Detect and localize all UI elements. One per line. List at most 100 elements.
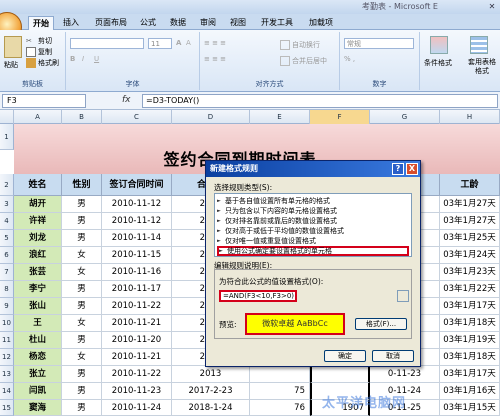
cell-name[interactable]: 闫凯 (14, 383, 62, 400)
column-header[interactable]: B (62, 110, 102, 124)
number-format-dropdown[interactable]: 常规 (344, 38, 414, 49)
cell-sign[interactable]: 2010-11-12 (102, 196, 172, 213)
cell-sign[interactable]: 2010-11-21 (102, 349, 172, 366)
cell-sex[interactable]: 女 (62, 349, 102, 366)
underline-icon[interactable]: U (94, 54, 99, 64)
help-icon[interactable]: ? (392, 163, 404, 175)
condition-formula-input[interactable]: =AND(F3<10,F3>0) (219, 290, 297, 302)
conditional-format-button[interactable]: 条件格式 (424, 58, 452, 68)
tab-data[interactable]: 数据 (166, 16, 190, 30)
tab-formulas[interactable]: 公式 (136, 16, 160, 30)
row-header[interactable]: 9 (0, 298, 14, 315)
column-header[interactable]: G (370, 110, 440, 124)
font-name-dropdown[interactable] (70, 38, 144, 49)
cell-sign[interactable]: 2010-11-17 (102, 281, 172, 298)
cell-sign[interactable]: 2010-11-12 (102, 213, 172, 230)
cell-name[interactable]: 刘龙 (14, 230, 62, 247)
cell-sex[interactable]: 男 (62, 230, 102, 247)
cell-sex[interactable]: 男 (62, 281, 102, 298)
align-left-icon[interactable]: ≡ ≡ ≡ (204, 54, 226, 64)
cell-sex[interactable]: 男 (62, 366, 102, 383)
cell-sign[interactable]: 2010-11-22 (102, 366, 172, 383)
tab-home[interactable]: 开始 (28, 16, 54, 30)
tab-page-layout[interactable]: 页面布局 (90, 16, 132, 30)
row-header[interactable]: 7 (0, 264, 14, 281)
table-format-button[interactable]: 套用表格格式 (466, 58, 498, 76)
align-top-icon[interactable]: ≡ ≡ ≡ (204, 38, 226, 48)
row-header[interactable]: 5 (0, 230, 14, 247)
cell-age[interactable]: 03年1月27天 (440, 213, 500, 230)
cell-name[interactable]: 杨恋 (14, 349, 62, 366)
cell-name[interactable]: 许祥 (14, 213, 62, 230)
fx-icon[interactable]: fx (122, 94, 140, 108)
cell-sex[interactable]: 男 (62, 332, 102, 349)
cell-sex[interactable]: 女 (62, 315, 102, 332)
ok-button[interactable]: 确定 (324, 350, 366, 362)
cell-age[interactable]: 03年1月19天 (440, 332, 500, 349)
cell-e[interactable] (250, 366, 310, 383)
row-header[interactable]: 12 (0, 349, 14, 366)
shrink-font-icon[interactable]: A (186, 38, 191, 48)
row-header[interactable]: 11 (0, 332, 14, 349)
cell-age[interactable]: 03年1月27天 (440, 196, 500, 213)
row-header[interactable]: 4 (0, 213, 14, 230)
header-sex[interactable]: 性别 (62, 174, 102, 196)
close-window-icon[interactable]: ✕ (486, 1, 498, 12)
cell-due[interactable]: 2013 (172, 366, 250, 383)
cell-name[interactable]: 张芸 (14, 264, 62, 281)
cell-age[interactable]: 03年1月15天 (440, 400, 500, 416)
paste-icon[interactable] (4, 36, 22, 58)
cell-age[interactable]: 03年1月18天 (440, 315, 500, 332)
header-seniority[interactable]: 工龄 (440, 174, 500, 196)
cell-name[interactable]: 王 (14, 315, 62, 332)
header-sign-date[interactable]: 签订合同时间 (102, 174, 172, 196)
tab-review[interactable]: 审阅 (196, 16, 220, 30)
cell-age[interactable]: 03年1月22天 (440, 281, 500, 298)
name-box[interactable]: F3 (2, 94, 86, 108)
tab-insert[interactable]: 插入 (58, 16, 84, 30)
copy-button[interactable]: 复制 (26, 47, 52, 57)
range-select-icon[interactable] (397, 290, 409, 302)
column-header-selected[interactable]: F (310, 110, 370, 124)
cell-sex[interactable]: 女 (62, 247, 102, 264)
cell-sign[interactable]: 2010-11-15 (102, 247, 172, 264)
cell-sex[interactable]: 女 (62, 264, 102, 281)
close-icon[interactable]: X (406, 163, 418, 175)
row-header[interactable]: 2 (0, 174, 14, 196)
cancel-button[interactable]: 取消 (372, 350, 414, 362)
grow-font-icon[interactable]: A (176, 38, 181, 48)
cell-age[interactable]: 03年1月17天 (440, 366, 500, 383)
cell-e[interactable]: 76 (250, 400, 310, 416)
bold-icon[interactable]: B (70, 54, 75, 64)
cell-sex[interactable]: 男 (62, 383, 102, 400)
percent-icon[interactable]: % , (344, 54, 355, 64)
column-header[interactable]: A (14, 110, 62, 124)
cell-sign[interactable]: 2010-11-21 (102, 315, 172, 332)
cell-f[interactable] (310, 366, 370, 383)
row-header[interactable]: 13 (0, 366, 14, 383)
rule-type-item-selected[interactable]: 使用公式确定要设置格式的单元格 (217, 246, 409, 256)
cell-name[interactable]: 张山 (14, 298, 62, 315)
tab-developer[interactable]: 开发工具 (256, 16, 298, 30)
cell-sign[interactable]: 2010-11-23 (102, 383, 172, 400)
cell-age[interactable]: 03年1月24天 (440, 247, 500, 264)
row-header[interactable]: 6 (0, 247, 14, 264)
rule-type-item[interactable]: 仅对排名靠前或靠后的数值设置格式 (217, 216, 409, 226)
rule-type-list[interactable]: 基于各自值设置所有单元格的格式 只为包含以下内容的单元格设置格式 仅对排名靠前或… (214, 193, 412, 257)
format-button[interactable]: 格式(F)... (355, 318, 407, 330)
column-header[interactable]: E (250, 110, 310, 124)
row-header[interactable]: 14 (0, 383, 14, 400)
rule-type-item[interactable]: 基于各自值设置所有单元格的格式 (217, 196, 409, 206)
cell-name[interactable]: 张立 (14, 366, 62, 383)
cell-e[interactable]: 75 (250, 383, 310, 400)
table-format-icon[interactable] (470, 36, 488, 54)
row-header[interactable]: 15 (0, 400, 14, 416)
cell-sign[interactable]: 2010-11-16 (102, 264, 172, 281)
cell-sex[interactable]: 男 (62, 400, 102, 416)
row-header[interactable]: 8 (0, 281, 14, 298)
merge-center-button[interactable]: 合并后居中 (280, 56, 327, 66)
cell-age[interactable]: 03年1月25天 (440, 230, 500, 247)
wrap-text-button[interactable]: 自动换行 (280, 40, 320, 50)
row-header[interactable]: 10 (0, 315, 14, 332)
column-header[interactable]: H (440, 110, 500, 124)
